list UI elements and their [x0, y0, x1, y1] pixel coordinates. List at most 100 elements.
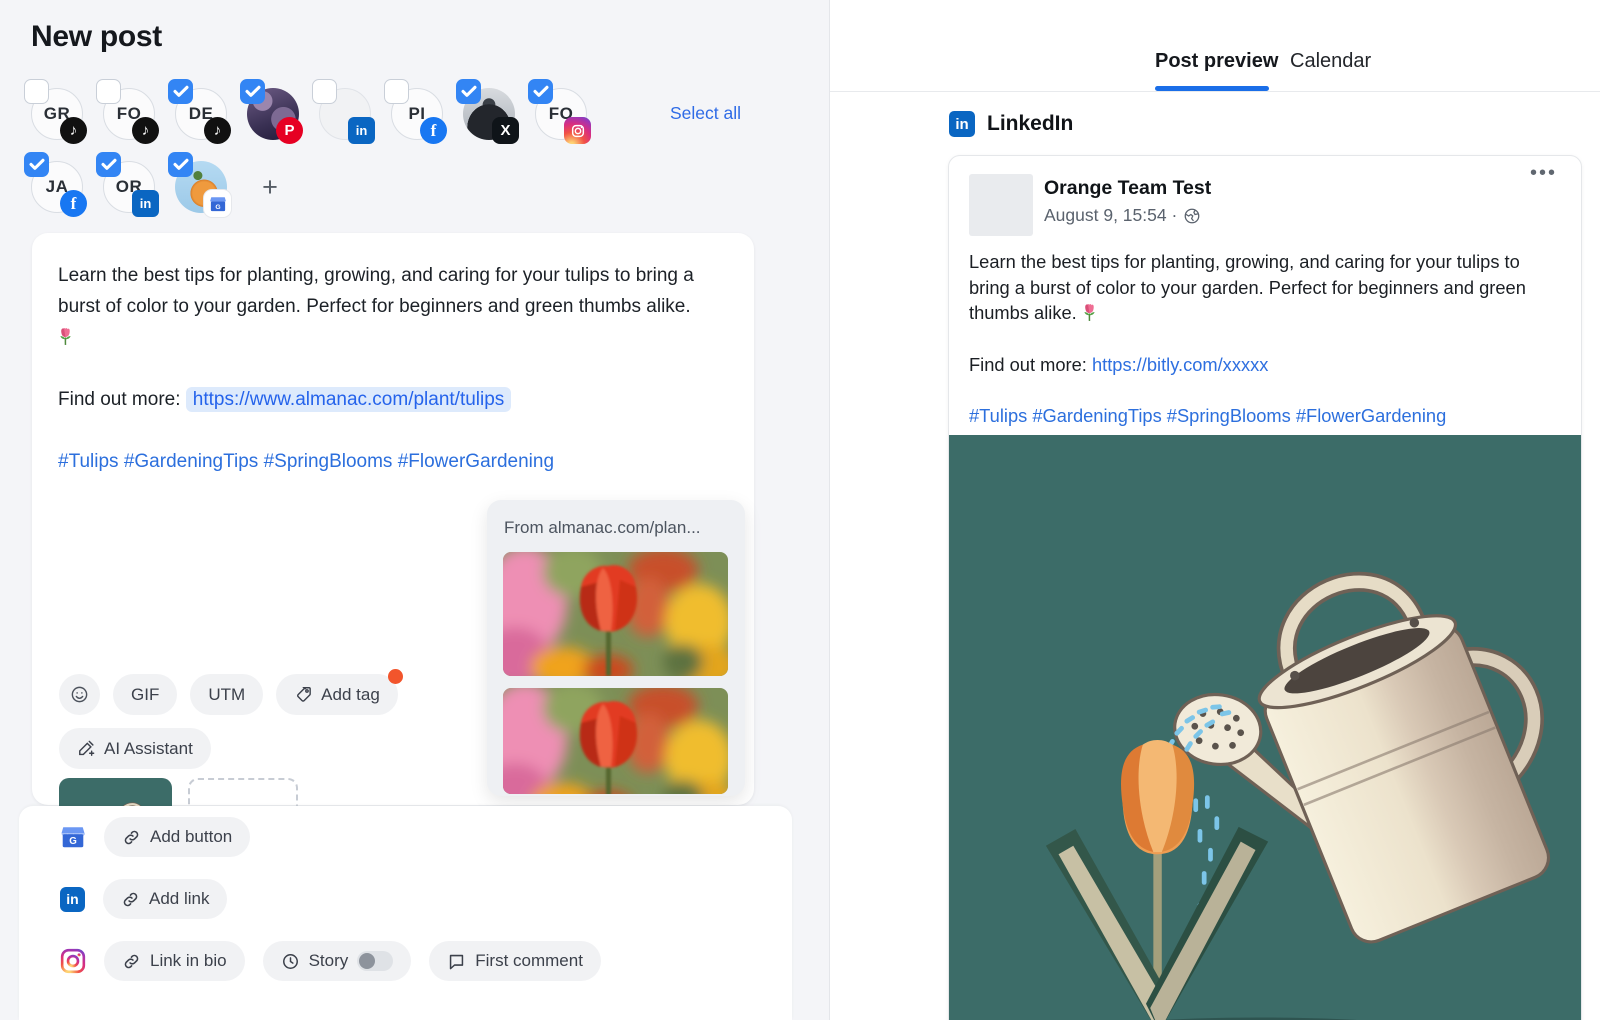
svg-text:G: G	[215, 203, 220, 210]
linkedin-icon: in	[60, 887, 85, 912]
link-icon	[122, 952, 141, 971]
preview-body-text: Learn the best tips for planting, growin…	[969, 249, 1561, 326]
facebook-badge-icon: f	[60, 190, 87, 217]
ai-pen-icon	[77, 739, 96, 758]
post-text-editor[interactable]: Learn the best tips for planting, growin…	[58, 260, 710, 477]
instagram-icon	[60, 948, 86, 974]
linkedin-badge-icon: in	[348, 117, 375, 144]
account-checkbox[interactable]	[384, 79, 409, 104]
account-checkbox[interactable]	[240, 79, 265, 104]
author-name: Orange Team Test	[1044, 177, 1211, 200]
globe-icon	[1183, 207, 1201, 225]
emoji-button[interactable]	[59, 674, 100, 715]
app-window: New post Select all GR♪ FO♪ DE♪ Pin PIf X FO J…	[0, 0, 1600, 1020]
tag-icon	[294, 685, 313, 704]
account-checkbox[interactable]	[456, 79, 481, 104]
preview-link-line: Find out more: https://bitly.com/xxxxx	[969, 352, 1561, 378]
svg-text:G: G	[69, 836, 77, 847]
account-cell: FO♪	[103, 88, 155, 140]
add-button-pill[interactable]: Add button	[104, 817, 250, 857]
tiktok-badge-icon: ♪	[60, 117, 87, 144]
first-comment-pill[interactable]: First comment	[429, 941, 601, 981]
network-header: in LinkedIn	[949, 111, 1073, 137]
link-photo-1[interactable]	[503, 552, 728, 676]
utm-button[interactable]: UTM	[190, 674, 263, 715]
link-preview-source-card[interactable]: From almanac.com/plan...	[487, 500, 745, 796]
author-avatar-placeholder	[969, 174, 1033, 236]
gif-button[interactable]: GIF	[113, 674, 177, 715]
post-timestamp: August 9, 15:54 ·	[1044, 205, 1201, 226]
network-options-footer: G Add button in	[19, 806, 792, 1020]
story-clock-icon	[281, 952, 300, 971]
preview-body: Learn the best tips for planting, growin…	[969, 249, 1561, 429]
find-out-more-label: Find out more:	[58, 389, 181, 410]
add-link-pill[interactable]: Add link	[103, 879, 227, 919]
link-source-title: From almanac.com/plan...	[504, 518, 729, 538]
account-checkbox[interactable]	[96, 152, 121, 177]
preview-hashtags: #Tulips #GardeningTips #SpringBlooms #Fl…	[969, 403, 1561, 429]
post-menu-button[interactable]: •••	[1530, 162, 1557, 185]
link-icon	[121, 890, 140, 909]
composer-panel: New post Select all GR♪ FO♪ DE♪ Pin PIf X FO J…	[0, 0, 830, 1020]
account-checkbox[interactable]	[312, 79, 337, 104]
story-toggle[interactable]	[357, 951, 393, 971]
account-cell: JAf	[31, 161, 83, 213]
linkedin-badge-icon: in	[132, 190, 159, 217]
linkedin-post-preview-card: Orange Team Test August 9, 15:54 · ••• L…	[948, 155, 1582, 1020]
composer-toolbar: GIF UTM Add tag	[59, 674, 398, 715]
linkedin-row: in Add link	[60, 879, 227, 919]
pinterest-badge-icon: P	[276, 117, 303, 144]
story-pill[interactable]: Story	[263, 941, 412, 981]
select-all-link[interactable]: Select all	[670, 103, 741, 124]
post-link[interactable]: https://www.almanac.com/plant/tulips	[186, 387, 512, 412]
tabbar-divider	[830, 91, 1600, 92]
account-row-1: GR♪FO♪DE♪PinPIfXFO	[31, 88, 651, 140]
ai-assistant-button[interactable]: AI Assistant	[59, 728, 211, 769]
account-cell: FO	[535, 88, 587, 140]
account-row-2: JAfORinG+	[31, 161, 651, 213]
google-badge-icon: G	[204, 190, 231, 217]
account-cell: PIf	[391, 88, 443, 140]
link-in-bio-pill[interactable]: Link in bio	[104, 941, 245, 981]
post-body-text: Learn the best tips for planting, growin…	[58, 260, 710, 353]
account-cell: in	[319, 88, 371, 140]
account-checkbox[interactable]	[24, 152, 49, 177]
link-photo-2[interactable]	[503, 688, 728, 794]
preview-panel: Post preview Calendar in LinkedIn Orange…	[830, 0, 1600, 1020]
network-name: LinkedIn	[987, 112, 1073, 136]
ai-assistant-row: AI Assistant	[59, 728, 211, 769]
preview-post-image[interactable]	[949, 435, 1581, 1020]
smiley-icon	[70, 685, 89, 704]
add-tag-button[interactable]: Add tag	[276, 674, 398, 715]
tab-calendar[interactable]: Calendar	[1290, 50, 1371, 73]
x-badge-icon: X	[492, 117, 519, 144]
notification-dot	[388, 669, 403, 684]
account-checkbox[interactable]	[168, 79, 193, 104]
post-hashtags: #Tulips #GardeningTips #SpringBlooms #Fl…	[58, 446, 710, 477]
account-checkbox[interactable]	[96, 79, 121, 104]
find-out-more-label: Find out more:	[969, 354, 1087, 375]
account-checkbox[interactable]	[168, 152, 193, 177]
tiktok-badge-icon: ♪	[204, 117, 231, 144]
tab-post-preview[interactable]: Post preview	[1155, 50, 1278, 73]
account-cell: GR♪	[31, 88, 83, 140]
account-cell: G	[175, 161, 227, 213]
google-business-icon: G	[60, 824, 86, 850]
facebook-badge-icon: f	[420, 117, 447, 144]
preview-link[interactable]: https://bitly.com/xxxxx	[1092, 354, 1268, 375]
post-link-line: Find out more: https://www.almanac.com/p…	[58, 384, 710, 415]
account-cell: X	[463, 88, 515, 140]
account-picker: GR♪FO♪DE♪PinPIfXFO JAfORinG+	[31, 88, 651, 234]
link-icon	[122, 828, 141, 847]
account-checkbox[interactable]	[24, 79, 49, 104]
tulip-emoji-icon	[1082, 303, 1097, 322]
account-checkbox[interactable]	[528, 79, 553, 104]
google-business-row: G Add button	[60, 817, 250, 857]
tulip-emoji-icon	[58, 327, 73, 346]
instagram-badge-icon	[564, 117, 591, 144]
page-title: New post	[31, 20, 162, 54]
account-cell: DE♪	[175, 88, 227, 140]
add-account-button[interactable]: +	[255, 172, 285, 202]
linkedin-icon: in	[949, 111, 975, 137]
instagram-row: Link in bio Story First comment	[60, 941, 601, 981]
